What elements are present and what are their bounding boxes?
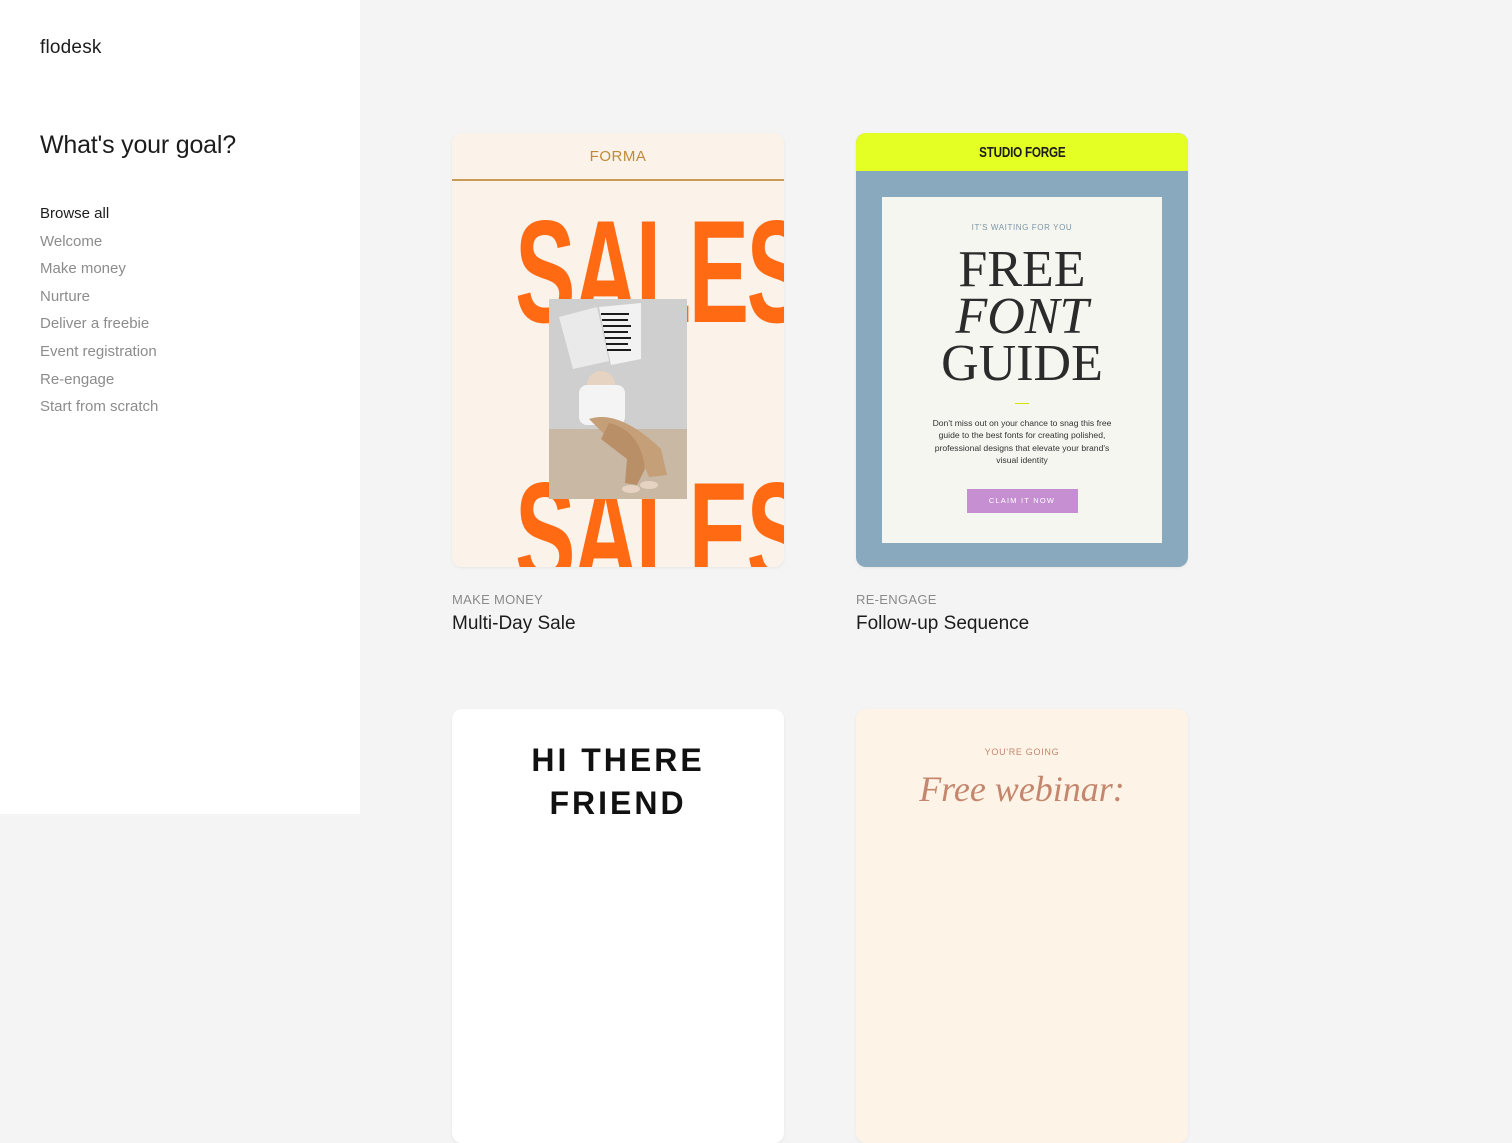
sidebar: flodesk What's your goal? Browse all Wel… <box>0 0 360 814</box>
template-name[interactable]: Follow-up Sequence <box>856 613 1029 635</box>
template-preview[interactable]: STUDIO FORGE IT'S WAITING FOR YOU FREE F… <box>856 133 1188 567</box>
preview-content-panel: IT'S WAITING FOR YOU FREE FONT GUIDE Don… <box>882 197 1162 543</box>
preview-headline-line: HI THERE <box>531 742 705 778</box>
preview-cta-button: CLAIM IT NOW <box>966 488 1078 513</box>
template-name[interactable]: Multi-Day Sale <box>452 613 576 635</box>
template-preview[interactable]: YOU'RE GOING Free webinar: <box>856 709 1188 1143</box>
goal-item-browse-all[interactable]: Browse all <box>40 200 158 228</box>
flodesk-logo[interactable]: flodesk <box>40 37 102 59</box>
preview-header: STUDIO FORGE <box>856 133 1188 171</box>
goal-item-start-from-scratch[interactable]: Start from scratch <box>40 393 158 421</box>
template-card-hi-there-friend[interactable]: HI THERE FRIEND <box>452 709 784 1143</box>
preview-headline-line: GUIDE <box>941 335 1103 392</box>
template-card-multi-day-sale[interactable]: FORMA SALESALE SALESALE <box>452 133 784 634</box>
template-category: RE-ENGAGE <box>856 592 937 607</box>
goal-heading: What's your goal? <box>40 131 236 159</box>
preview-kicker: YOU'RE GOING <box>984 747 1060 757</box>
template-card-follow-up-sequence[interactable]: STUDIO FORGE IT'S WAITING FOR YOU FREE F… <box>856 133 1188 634</box>
preview-divider <box>1015 403 1029 404</box>
preview-headline-line: FRIEND <box>549 785 687 821</box>
template-card-free-webinar[interactable]: YOU'RE GOING Free webinar: <box>856 709 1188 1143</box>
goal-item-re-engage[interactable]: Re-engage <box>40 366 158 394</box>
goal-item-welcome[interactable]: Welcome <box>40 228 158 256</box>
forma-brand-logo: FORMA <box>589 147 647 165</box>
preview-photo <box>549 299 687 499</box>
goal-filter-list: Browse all Welcome Make money Nurture De… <box>40 200 158 421</box>
goal-item-nurture[interactable]: Nurture <box>40 283 158 311</box>
preview-header: FORMA <box>452 133 784 181</box>
preview-kicker: IT'S WAITING FOR YOU <box>971 223 1073 232</box>
template-category: MAKE MONEY <box>452 592 544 607</box>
preview-headline-line: FONT <box>955 288 1089 345</box>
goal-item-deliver-a-freebie[interactable]: Deliver a freebie <box>40 310 158 338</box>
template-preview[interactable]: HI THERE FRIEND <box>452 709 784 1143</box>
preview-headline: HI THERE FRIEND <box>452 739 784 825</box>
preview-headline: FREE FONT GUIDE <box>882 241 1162 392</box>
studio-forge-brand-logo: STUDIO FORGE <box>978 143 1066 161</box>
goal-item-make-money[interactable]: Make money <box>40 255 158 283</box>
goal-item-event-registration[interactable]: Event registration <box>40 338 158 366</box>
preview-headline-line: FREE <box>958 241 1086 298</box>
preview-body-text: Don't miss out on your chance to snag th… <box>932 418 1112 466</box>
template-preview[interactable]: FORMA SALESALE SALESALE <box>452 133 784 567</box>
preview-headline: Free webinar: <box>919 769 1125 809</box>
